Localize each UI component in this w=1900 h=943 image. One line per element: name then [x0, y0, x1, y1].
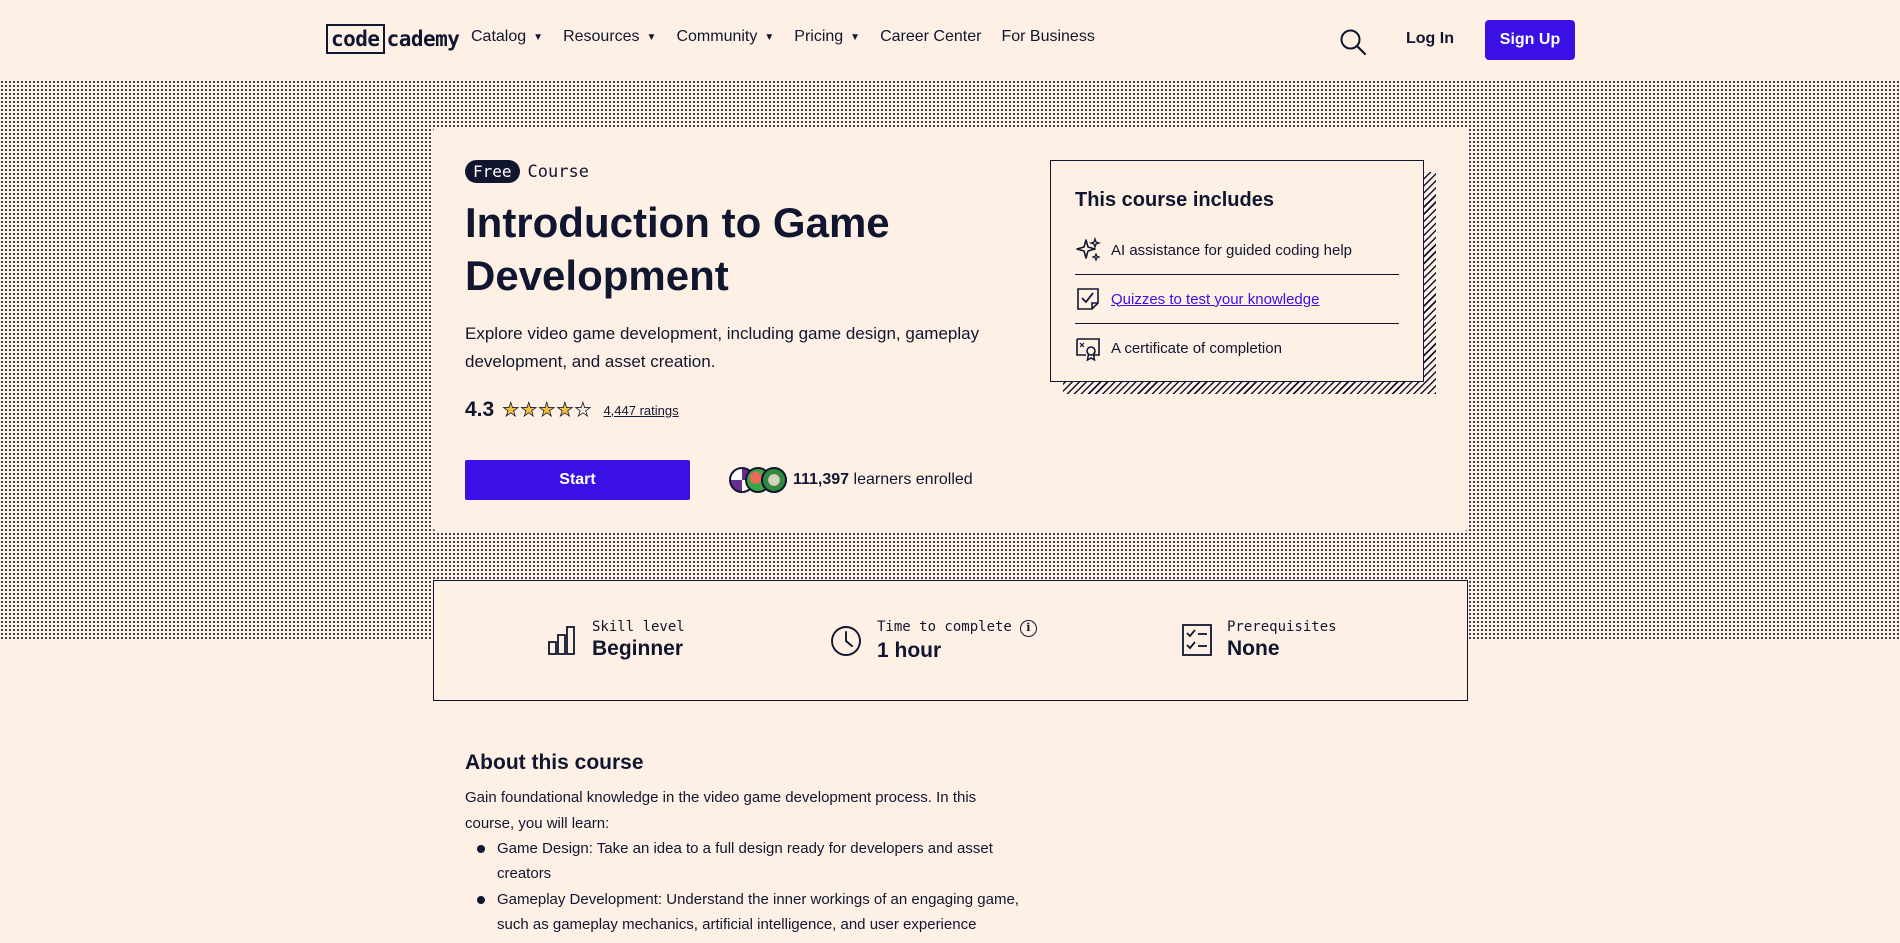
signup-button[interactable]: Sign Up	[1485, 20, 1575, 60]
nav-label: Catalog	[471, 28, 527, 45]
nav-resources[interactable]: Resources ▼	[563, 28, 656, 46]
search-icon[interactable]	[1338, 27, 1368, 57]
logo-boxed-text: code	[326, 24, 385, 54]
nav-label: For Business	[1001, 28, 1095, 45]
stat-value: 1 hour	[877, 639, 942, 662]
caret-down-icon: ▼	[764, 31, 775, 43]
includes-item-certificate: A certificate of completion	[1075, 324, 1399, 373]
caret-down-icon: ▼	[850, 31, 861, 43]
list-item: Gameplay Development: Understand the inn…	[465, 887, 1045, 937]
start-button[interactable]: Start	[465, 460, 690, 500]
star-rating: ★ ★ ★ ★ ★	[502, 399, 592, 421]
ratings-count-link[interactable]: 4,447 ratings	[603, 403, 678, 418]
nav-community[interactable]: Community ▼	[676, 28, 774, 46]
about-intro: Gain foundational knowledge in the video…	[465, 789, 977, 832]
quiz-icon	[1075, 286, 1101, 312]
star-empty-icon: ★	[574, 399, 592, 421]
learners-text: 111,397 learners enrolled	[793, 471, 973, 489]
includes-item-label: AI assistance for guided coding help	[1111, 241, 1352, 259]
course-description: Explore video game development, includin…	[465, 324, 980, 371]
avatar	[761, 467, 787, 493]
stat-value: None	[1227, 637, 1280, 660]
course-includes-box: This course includes AI assistance for g…	[1050, 160, 1424, 382]
includes-item-ai-assistance: AI assistance for guided coding help	[1075, 226, 1399, 275]
star-full-icon: ★	[502, 399, 520, 421]
nav-label: Community	[676, 28, 758, 45]
bar-chart-icon	[548, 626, 575, 655]
star-full-icon: ★	[556, 399, 574, 421]
course-stats-box: Skill level Beginner Time to complete i 1…	[433, 580, 1468, 701]
rating-row: 4.3 ★ ★ ★ ★ ★ 4,447 ratings	[465, 398, 679, 422]
includes-item-label: A certificate of completion	[1111, 340, 1282, 357]
stat-label: Skill level	[592, 619, 685, 635]
course-tagline: Free Course	[465, 160, 589, 183]
includes-item-quizzes: Quizzes to test your knowledge	[1075, 275, 1399, 324]
nav-label: Pricing	[794, 28, 844, 45]
stat-value: Beginner	[592, 637, 684, 660]
about-title: About this course	[465, 751, 644, 774]
nav-label: Resources	[563, 28, 640, 45]
stat-time-to-complete: Time to complete i 1 hour	[829, 619, 1037, 663]
stat-label: Time to complete i	[877, 619, 1037, 637]
caret-down-icon: ▼	[533, 31, 544, 43]
learners-count: 111,397	[793, 471, 850, 488]
stat-prerequisites: Prerequisites None	[1181, 619, 1337, 661]
login-link[interactable]: Log In	[1406, 30, 1454, 48]
stat-skill-level: Skill level Beginner	[546, 619, 685, 661]
codecademy-logo[interactable]: code cademy	[326, 24, 460, 54]
free-badge: Free	[465, 160, 520, 183]
logo-rest-text: cademy	[386, 27, 460, 51]
about-list: Game Design: Take an idea to a full desi…	[465, 836, 1045, 938]
site-header: code cademy Catalog ▼ Resources ▼ Community…	[0, 0, 1900, 80]
nav-for-business[interactable]: For Business	[1001, 28, 1094, 46]
caret-down-icon: ▼	[646, 31, 657, 43]
clock-icon	[831, 626, 861, 656]
time-label-text: Time to complete	[877, 619, 1012, 635]
learners-suffix: learners enrolled	[849, 471, 973, 488]
checklist-icon	[1182, 624, 1212, 656]
list-item: Game Design: Take an idea to a full desi…	[465, 836, 1045, 886]
info-icon[interactable]: i	[1019, 620, 1037, 637]
learners-enrolled: 111,397 learners enrolled	[729, 467, 973, 493]
learner-avatars	[729, 467, 787, 493]
rating-value: 4.3	[465, 398, 495, 421]
quizzes-link[interactable]: Quizzes to test your knowledge	[1111, 291, 1319, 308]
nav-catalog[interactable]: Catalog ▼	[471, 28, 543, 46]
main-nav: Catalog ▼ Resources ▼ Community ▼ Pricing ▼ …	[471, 28, 1115, 46]
stat-label: Prerequisites	[1227, 619, 1337, 635]
nav-career-center[interactable]: Career Center	[880, 28, 981, 46]
nav-pricing[interactable]: Pricing ▼	[794, 28, 860, 46]
includes-title: This course includes	[1075, 189, 1274, 211]
certificate-icon	[1075, 336, 1101, 362]
course-title: Introduction to Game Development	[465, 199, 890, 299]
star-full-icon: ★	[520, 399, 538, 421]
nav-label: Career Center	[880, 28, 982, 45]
sparkle-icon	[1075, 237, 1101, 263]
star-full-icon: ★	[538, 399, 556, 421]
course-type-label: Course	[527, 161, 589, 182]
